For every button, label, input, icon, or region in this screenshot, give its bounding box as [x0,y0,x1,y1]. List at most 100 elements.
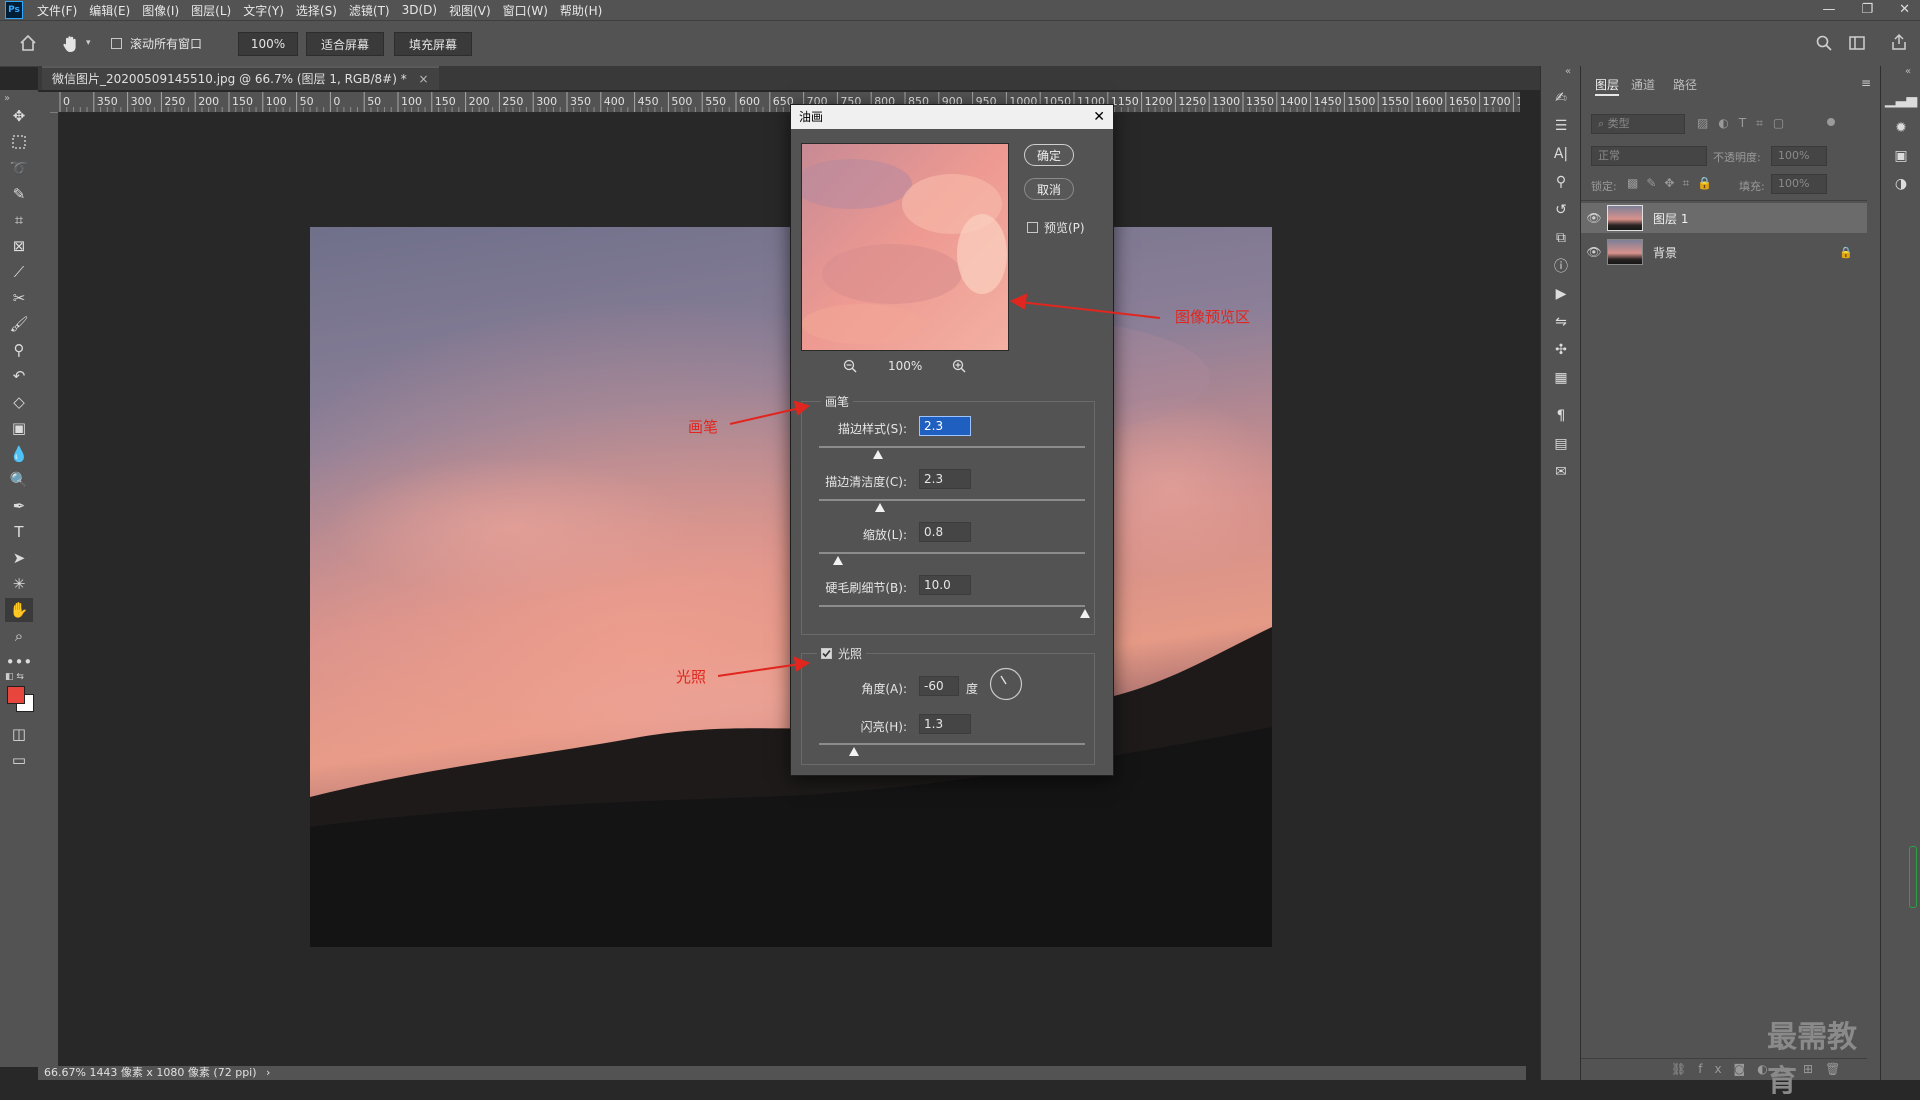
scroll-indicator[interactable] [1909,846,1917,908]
scroll-all-checkbox[interactable] [111,38,122,49]
healing-brush-icon[interactable]: ✂ [5,286,33,310]
image-preview[interactable] [801,143,1009,351]
stylization-input[interactable]: 2.3 [919,416,971,436]
share-icon[interactable] [1890,33,1908,54]
move-tool-icon[interactable]: ✥ [5,104,33,128]
default-colors-icon[interactable]: ◧ ⇆ [5,672,24,682]
brush-settings-icon[interactable]: ✍ [1551,88,1571,108]
visibility-eye-icon[interactable]: 👁 [1581,245,1607,259]
stylization-slider-track[interactable] [819,446,1085,448]
pen-tool-icon[interactable]: ✒ [5,494,33,518]
filter-type-icons[interactable]: ▨◐T⌗▢ [1697,116,1794,131]
paragraph-icon[interactable]: ¶ [1551,406,1571,426]
lighting-checkbox[interactable] [821,648,832,659]
shine-slider-thumb[interactable] [848,746,859,756]
histogram-icon[interactable]: ▁▃▅ [1885,90,1917,110]
status-arrow-icon[interactable]: › [266,1066,270,1079]
clone-source-icon[interactable]: ⚲ [1551,172,1571,192]
hand-tool-icon[interactable] [60,33,82,55]
scale-input[interactable]: 0.8 [919,522,971,542]
tab-channels[interactable]: 通道 [1631,76,1655,93]
history-brush-icon[interactable]: ↶ [5,364,33,388]
gradient-tool-icon[interactable]: ▣ [5,416,33,440]
brush-tool-icon[interactable]: 🖌 [5,312,33,336]
screen-mode-icon[interactable]: ▭ [5,748,33,772]
path-selection-icon[interactable]: ➤ [5,546,33,570]
play-icon[interactable]: ▶ [1551,284,1571,304]
lock-options-icons[interactable]: ▩✎✥⌗🔒 [1627,176,1720,191]
layer-row-layer1[interactable]: 👁 图层 1 [1581,203,1867,233]
crop-tool-icon[interactable]: ⌗ [5,208,33,232]
bristle-detail-slider-track[interactable] [819,605,1085,607]
collapse-icon[interactable]: » [4,93,10,104]
cleanliness-slider-track[interactable] [819,499,1085,501]
color-icon[interactable]: ◑ [1891,174,1911,194]
foreground-color-swatch[interactable] [7,686,25,704]
filter-toggle-icon[interactable] [1827,118,1835,126]
shine-input[interactable]: 1.3 [919,714,971,734]
notes-icon[interactable]: ✉ [1551,462,1571,482]
libraries-icon[interactable]: ▣ [1891,146,1911,166]
menu-help[interactable]: 帮助(H) [554,2,608,19]
chevron-down-icon[interactable]: ▾ [86,38,91,48]
zoom-value-field[interactable]: 100% [238,32,298,56]
scale-slider-track[interactable] [819,552,1085,554]
fill-field[interactable]: 100% [1771,174,1827,194]
lasso-tool-icon[interactable]: ➰ [5,156,33,180]
layer-filter-select[interactable]: ⌕ 类型 [1591,114,1685,134]
zoom-tool-icon[interactable]: ⌕ [5,624,33,648]
eyedropper-tool-icon[interactable]: ⟋ [5,260,33,284]
menu-type[interactable]: 文字(Y) [237,2,290,19]
type-tool-icon[interactable]: T [5,520,33,544]
close-tab-icon[interactable]: × [419,72,429,86]
history-icon[interactable]: ↺ [1551,200,1571,220]
search-icon[interactable] [1815,34,1833,55]
scale-slider-thumb[interactable] [832,555,843,565]
cleanliness-slider-thumb[interactable] [875,502,886,512]
dodge-tool-icon[interactable]: 🔍 [5,468,33,492]
ok-button[interactable]: 确定 [1024,144,1074,166]
quick-mask-icon[interactable]: ◫ [5,722,33,746]
quick-selection-icon[interactable]: ✎ [5,182,33,206]
cancel-button[interactable]: 取消 [1024,178,1074,200]
swatches-icon[interactable]: ⇋ [1551,312,1571,332]
menu-select[interactable]: 选择(S) [290,2,343,19]
close-icon[interactable]: ✕ [1093,105,1105,129]
stylization-slider-thumb[interactable] [872,449,883,459]
menu-edit[interactable]: 编辑(E) [83,2,136,19]
restore-button[interactable]: ❐ [1861,0,1873,20]
shape-tool-icon[interactable]: ✳ [5,572,33,596]
document-tab[interactable]: 微信图片_20200509145510.jpg @ 66.7% (图层 1, R… [42,66,439,90]
blend-mode-select[interactable]: 正常 [1591,146,1707,166]
bristle-detail-input[interactable]: 10.0 [919,575,971,595]
bristle-detail-slider-thumb[interactable] [1080,608,1090,618]
more-tools-icon[interactable]: ••• [5,650,33,674]
adjustments-icon[interactable]: ☰ [1551,116,1571,136]
angle-input[interactable]: -60 [919,676,959,696]
properties-icon[interactable]: ▤ [1551,434,1571,454]
eraser-tool-icon[interactable]: ◇ [5,390,33,414]
shine-slider-track[interactable] [819,743,1085,745]
workspace-icon[interactable] [1848,34,1866,55]
character-icon[interactable]: A| [1551,144,1571,164]
table-icon[interactable]: ▦ [1551,368,1571,388]
hand-tool-icon[interactable]: ✋ [5,598,33,622]
menu-view[interactable]: 视图(V) [443,2,497,19]
zoom-in-icon[interactable] [952,359,966,376]
tab-paths[interactable]: 路径 [1673,76,1697,93]
marquee-tool-icon[interactable] [5,130,33,154]
tab-layers[interactable]: 图层 [1595,76,1619,93]
menu-3d[interactable]: 3D(D) [396,3,443,17]
styles-icon[interactable]: ✣ [1551,340,1571,360]
collapse-icon[interactable]: « [1565,66,1571,77]
info-icon[interactable]: ⓘ [1551,256,1571,276]
menu-file[interactable]: 文件(F) [31,2,83,19]
blur-tool-icon[interactable]: 💧 [5,442,33,466]
zoom-out-icon[interactable] [843,359,857,376]
preview-checkbox[interactable] [1027,222,1038,233]
fit-screen-button[interactable]: 适合屏幕 [306,32,384,56]
menu-layer[interactable]: 图层(L) [185,2,237,19]
collapse-icon[interactable]: « [1905,66,1911,77]
visibility-eye-icon[interactable]: 👁 [1581,211,1607,225]
opacity-field[interactable]: 100% [1771,146,1827,166]
